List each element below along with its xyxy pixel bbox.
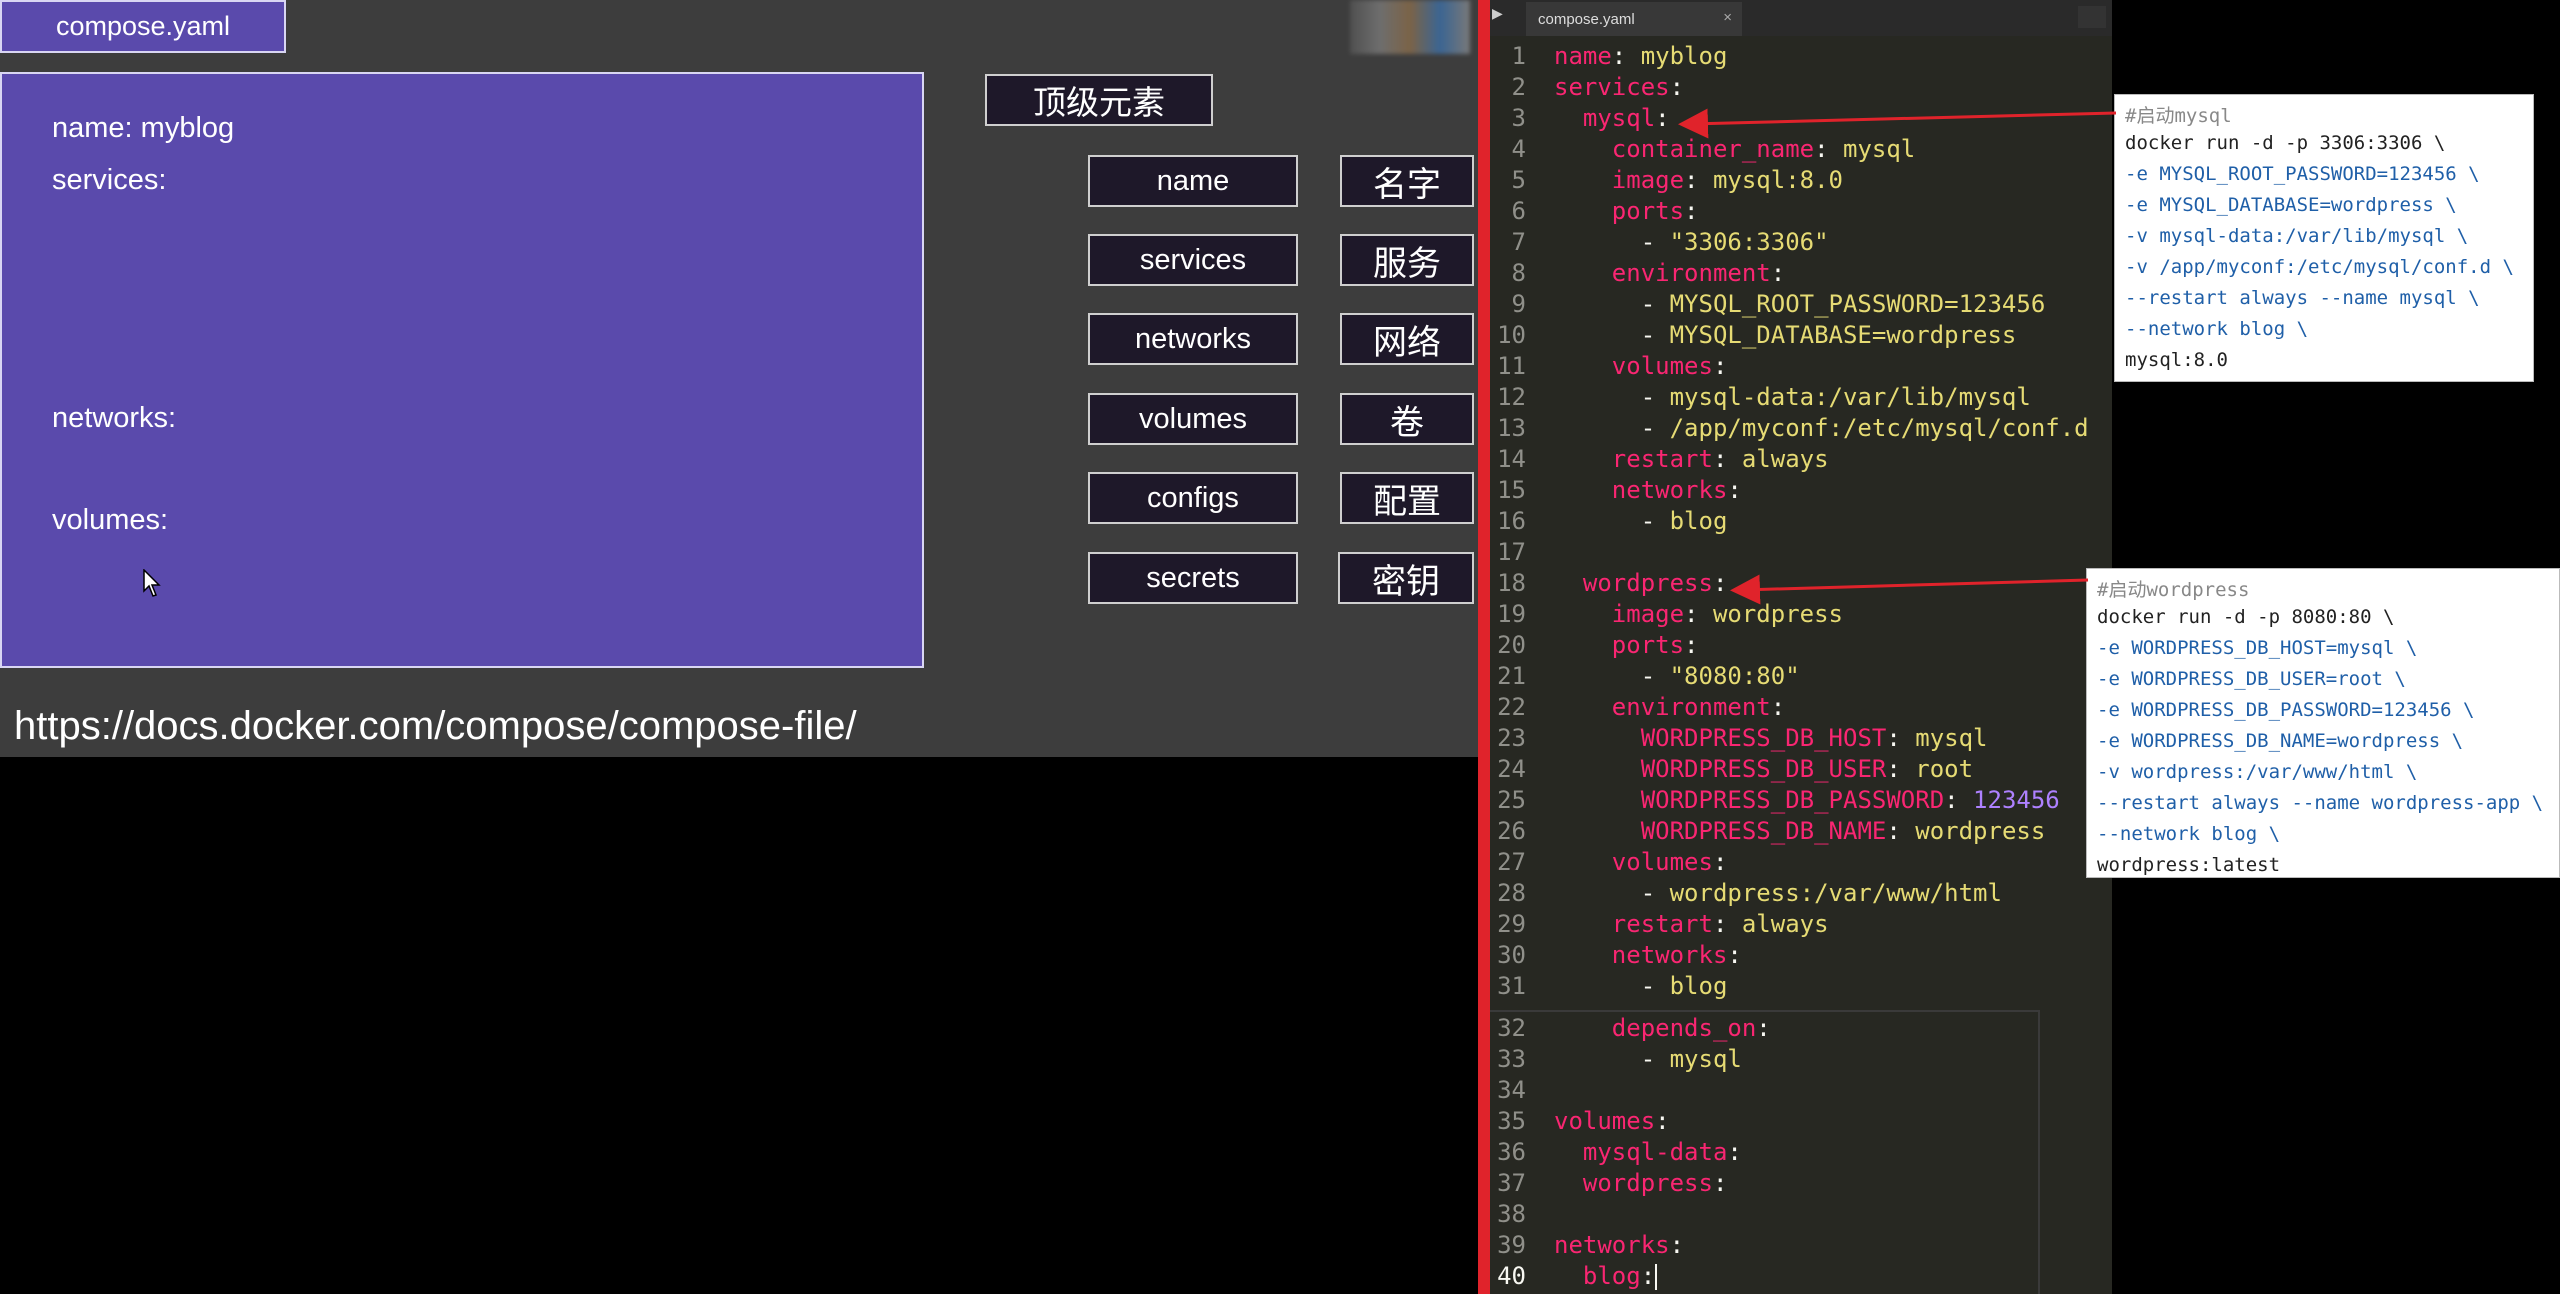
arrow-to-mysql bbox=[1678, 108, 2117, 139]
arrow-to-wordpress bbox=[1730, 574, 2089, 605]
annotation-arrows bbox=[1678, 108, 2117, 605]
